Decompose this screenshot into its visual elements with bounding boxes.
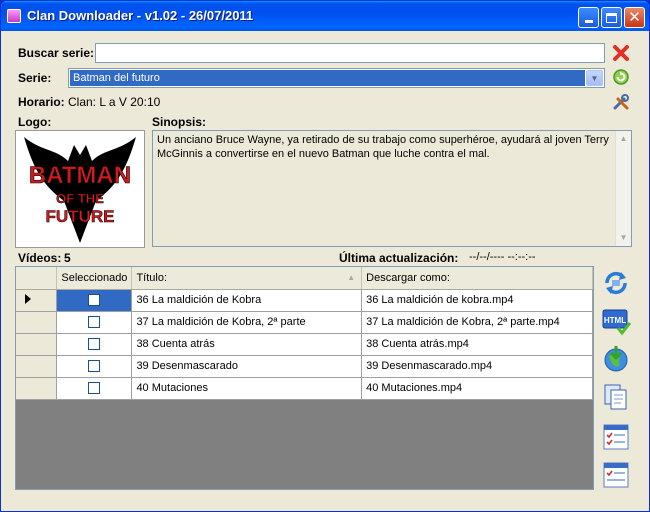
row-header[interactable] <box>16 289 58 312</box>
select-checkbox[interactable] <box>88 360 101 373</box>
scroll-up-icon[interactable]: ▲ <box>616 131 631 147</box>
clear-search-icon[interactable] <box>611 43 631 63</box>
select-checkbox[interactable] <box>88 294 101 307</box>
last-update-value: --/--/---- --:--:-- <box>469 251 536 263</box>
horario-label: Horario: <box>18 95 65 109</box>
current-row-icon <box>25 293 31 304</box>
maximize-button[interactable] <box>601 7 622 28</box>
select-checkbox[interactable] <box>88 382 101 395</box>
row-header[interactable] <box>16 355 58 378</box>
select-cell[interactable] <box>56 289 133 312</box>
copy-icon[interactable] <box>599 381 633 413</box>
videos-count: 5 <box>64 251 71 265</box>
select-cell[interactable] <box>56 377 133 400</box>
serie-selected-value: Batman del futuro <box>70 70 585 86</box>
filename-cell[interactable]: 37 La maldición de Kobra, 2ª parte.mp4 <box>361 311 593 334</box>
search-label: Buscar serie: <box>18 46 95 60</box>
column-header-selected[interactable]: Seleccionado <box>56 267 133 290</box>
title-cell[interactable]: 39 Desenmascarado <box>131 355 363 378</box>
sinopsis-label: Sinopsis: <box>152 115 207 129</box>
main-window: Clan Downloader - v1.02 - 26/07/2011 ✕ B… <box>0 0 650 512</box>
videos-grid[interactable]: Seleccionado Título: ▲ Descargar como: 36… <box>15 266 594 490</box>
sort-ascending-icon: ▲ <box>347 273 356 282</box>
window-title: Clan Downloader - v1.02 - 26/07/2011 <box>27 8 254 23</box>
filename-cell[interactable]: 40 Mutaciones.mp4 <box>361 377 593 400</box>
minimize-icon <box>584 20 593 23</box>
table-row[interactable]: 37 La maldición de Kobra, 2ª parte 37 La… <box>16 311 593 334</box>
refresh-icon[interactable] <box>611 67 631 87</box>
column-header-filename[interactable]: Descargar como: <box>361 267 593 290</box>
download-globe-icon[interactable] <box>599 343 633 375</box>
row-header[interactable] <box>16 377 58 400</box>
title-cell[interactable]: 38 Cuenta atrás <box>131 333 363 356</box>
logo-line2: OF THE <box>56 191 104 206</box>
title-bar[interactable]: Clan Downloader - v1.02 - 26/07/2011 ✕ <box>1 1 649 31</box>
chevron-down-icon[interactable]: ▼ <box>586 70 603 86</box>
select-cell[interactable] <box>56 355 133 378</box>
logo-line1: BATMAN <box>29 162 131 189</box>
sinopsis-text: Un anciano Bruce Wayne, ya retirado de s… <box>157 134 609 160</box>
table-row[interactable]: 39 Desenmascarado 39 Desenmascarado.mp4 <box>16 355 593 378</box>
html-export-icon[interactable]: HTML <box>599 305 633 337</box>
serie-select[interactable]: Batman del futuro ▼ <box>68 68 605 88</box>
title-cell[interactable]: 37 La maldición de Kobra, 2ª parte <box>131 311 363 334</box>
serie-label: Serie: <box>18 71 52 85</box>
sinopsis-textbox[interactable]: Un anciano Bruce Wayne, ya retirado de s… <box>152 130 632 247</box>
sinopsis-scrollbar[interactable]: ▲ ▼ <box>615 131 631 246</box>
table-row[interactable]: 40 Mutaciones 40 Mutaciones.mp4 <box>16 377 593 400</box>
search-input[interactable] <box>95 43 605 63</box>
column-header-title[interactable]: Título: ▲ <box>131 267 363 290</box>
select-checkbox[interactable] <box>88 338 101 351</box>
settings-tools-icon[interactable] <box>611 92 631 112</box>
filename-cell[interactable]: 39 Desenmascarado.mp4 <box>361 355 593 378</box>
close-button[interactable]: ✕ <box>624 7 645 28</box>
select-none-icon[interactable] <box>599 459 633 491</box>
title-cell[interactable]: 40 Mutaciones <box>131 377 363 400</box>
logo-label: Logo: <box>18 115 52 129</box>
row-header-corner <box>16 267 58 290</box>
videos-label: Vídeos: <box>18 251 62 265</box>
select-cell[interactable] <box>56 311 133 334</box>
select-cell[interactable] <box>56 333 133 356</box>
filename-cell[interactable]: 38 Cuenta atrás.mp4 <box>361 333 593 356</box>
title-cell[interactable]: 36 La maldición de Kobra <box>131 289 363 312</box>
last-update-label: Última actualización: <box>339 251 459 265</box>
row-header[interactable] <box>16 333 58 356</box>
row-header[interactable] <box>16 311 58 334</box>
column-header-title-label: Título: <box>136 271 168 284</box>
minimize-button[interactable] <box>578 7 599 28</box>
close-icon: ✕ <box>628 8 641 26</box>
filename-cell[interactable]: 36 La maldición de kobra.mp4 <box>361 289 593 312</box>
maximize-icon <box>606 12 617 23</box>
table-row[interactable]: 38 Cuenta atrás 38 Cuenta atrás.mp4 <box>16 333 593 356</box>
refresh-list-icon[interactable] <box>599 267 633 299</box>
select-all-icon[interactable] <box>599 421 633 453</box>
app-icon <box>7 9 21 23</box>
series-logo: BATMAN OF THE FUTURE <box>15 130 145 248</box>
scroll-down-icon[interactable]: ▼ <box>616 230 631 246</box>
horario-value: Clan: L a V 20:10 <box>68 95 161 109</box>
logo-line3: FUTURE <box>46 207 115 226</box>
table-row[interactable]: 36 La maldición de Kobra 36 La maldición… <box>16 289 593 312</box>
select-checkbox[interactable] <box>88 316 101 329</box>
svg-text:HTML: HTML <box>604 316 626 325</box>
